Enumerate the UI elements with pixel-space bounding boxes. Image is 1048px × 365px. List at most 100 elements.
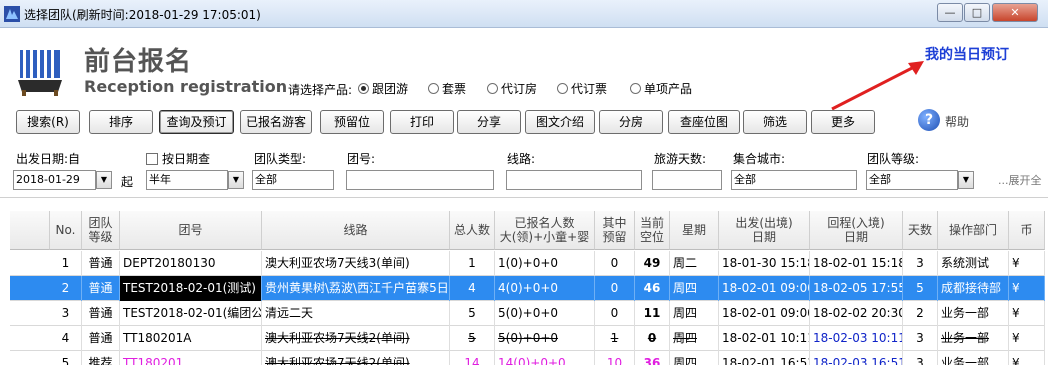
cell-route: 澳大利亚农场7天线2(单间) bbox=[262, 326, 450, 351]
radio-product-package[interactable]: 套票 bbox=[428, 80, 466, 97]
radio-label: 跟团游 bbox=[372, 82, 409, 96]
radio-label: 套票 bbox=[442, 82, 467, 96]
column-header-total[interactable]: 总人数 bbox=[450, 211, 495, 250]
group-level-select[interactable]: 全部 bbox=[866, 170, 958, 190]
cell-week: 周四 bbox=[670, 276, 719, 301]
more-button[interactable]: 更多 bbox=[811, 110, 875, 134]
column-header-level[interactable]: 团队 等级 bbox=[82, 211, 120, 250]
cell-week: 周四 bbox=[670, 351, 719, 365]
radio-product-single[interactable]: 单项产品 bbox=[630, 80, 692, 97]
intro-button[interactable]: 图文介绍 bbox=[525, 110, 595, 134]
cell-depart: 18-02-01 09:00 bbox=[719, 301, 810, 326]
cell-currency: ¥ bbox=[1009, 251, 1045, 276]
cell-return: 18-02-05 17:55 bbox=[810, 276, 903, 301]
cell-enrolled: 1(0)+0+0 bbox=[495, 251, 595, 276]
radio-product-hotel[interactable]: 代订房 bbox=[487, 80, 537, 97]
group-no-label: 团号: bbox=[347, 152, 376, 166]
table-row-selected[interactable]: 2 普通 TEST2018-02-01(测试) 贵州黄果树\荔波\西江千户苗寨5… bbox=[10, 276, 1045, 301]
radio-selected-icon bbox=[358, 83, 369, 94]
column-header-enrolled[interactable]: 已报名人数 大(领)+小童+婴 bbox=[495, 211, 595, 250]
chevron-down-icon[interactable]: ▼ bbox=[958, 171, 974, 189]
help-icon[interactable]: ? bbox=[918, 109, 940, 131]
reserve-seat-button[interactable]: 预留位 bbox=[320, 110, 384, 134]
cell-total: 5 bbox=[450, 301, 495, 326]
radio-product-ticket[interactable]: 代订票 bbox=[557, 80, 607, 97]
column-header-no[interactable]: No. bbox=[50, 211, 82, 250]
chevron-down-icon[interactable]: ▼ bbox=[228, 171, 244, 189]
table-row-cancelled[interactable]: 4 普通 TT180201A 澳大利亚农场7天线2(单间) 5 5(0)+0+0… bbox=[10, 326, 1045, 351]
product-label: 请选择产品: bbox=[288, 83, 353, 97]
cell-currency: ¥ bbox=[1009, 351, 1045, 365]
cell-dept: 业务一部 bbox=[938, 326, 1009, 351]
expand-all-link[interactable]: ...展开全 bbox=[998, 172, 1042, 188]
seat-map-button[interactable]: 查座位图 bbox=[668, 110, 740, 134]
column-header-vacant[interactable]: 当前 空位 bbox=[635, 211, 670, 250]
group-type-input[interactable]: 全部 bbox=[252, 170, 334, 190]
checkbox-label: 按日期查 bbox=[162, 152, 211, 166]
route-input[interactable] bbox=[506, 170, 642, 190]
cell-enrolled: 5(0)+0+0 bbox=[495, 326, 595, 351]
cell-depart: 18-02-01 10:11 bbox=[719, 326, 810, 351]
cell-currency: ¥ bbox=[1009, 301, 1045, 326]
registered-tourists-button[interactable]: 已报名游客 bbox=[240, 110, 312, 134]
app-logo-icon bbox=[4, 6, 20, 22]
column-header-dept[interactable]: 操作部门 bbox=[938, 211, 1009, 250]
cell-route: 贵州黄果树\荔波\西江千户苗寨5日 bbox=[262, 276, 450, 301]
group-no-input[interactable] bbox=[346, 170, 494, 190]
gather-city-input[interactable]: 全部 bbox=[731, 170, 857, 190]
maximize-button[interactable]: □ bbox=[964, 3, 990, 22]
my-daily-booking-link[interactable]: 我的当日预订 bbox=[925, 44, 1009, 64]
column-header-reserved[interactable]: 其中 预留 bbox=[595, 211, 635, 250]
column-header-week[interactable]: 星期 bbox=[670, 211, 719, 250]
cell-no: 2 bbox=[50, 276, 82, 301]
cell-total: 4 bbox=[450, 276, 495, 301]
print-button[interactable]: 打印 bbox=[390, 110, 454, 134]
cell-dept: 业务一部 bbox=[938, 301, 1009, 326]
page-subtitle: Reception registration bbox=[84, 77, 288, 96]
date-range-select[interactable]: 半年 bbox=[146, 170, 228, 190]
cell-reserved: 0 bbox=[595, 276, 635, 301]
cell-route: 澳大利亚农场7天线3(单间) bbox=[262, 251, 450, 276]
query-book-button[interactable]: 查询及预订 bbox=[159, 110, 234, 134]
cell-total: 1 bbox=[450, 251, 495, 276]
cell-dept: 业务一部 bbox=[938, 351, 1009, 365]
column-header-route[interactable]: 线路 bbox=[262, 211, 450, 250]
cell-level: 推荐 bbox=[82, 351, 120, 365]
cell-vacant: 49 bbox=[635, 251, 670, 276]
cell-level: 普通 bbox=[82, 251, 120, 276]
radio-label: 代订房 bbox=[501, 82, 538, 96]
filter-button[interactable]: 筛选 bbox=[743, 110, 807, 134]
minimize-button[interactable]: — bbox=[937, 3, 963, 22]
help-label[interactable]: 帮助 bbox=[945, 113, 969, 130]
cell-code: TT180201A bbox=[120, 326, 262, 351]
window-title: 选择团队(刷新时间:2018-01-29 17:05:01) bbox=[24, 8, 261, 22]
divider bbox=[0, 197, 1048, 198]
cell-enrolled: 5(0)+0+0 bbox=[495, 301, 595, 326]
red-arrow-annotation-icon bbox=[831, 61, 924, 111]
column-header-currency[interactable]: 币 bbox=[1009, 211, 1045, 250]
radio-icon bbox=[428, 83, 439, 94]
column-header-blank bbox=[10, 211, 50, 250]
depart-date-input[interactable]: 2018-01-29 bbox=[13, 170, 96, 190]
table-row[interactable]: 1 普通 DEPT20180130 澳大利亚农场7天线3(单间) 1 1(0)+… bbox=[10, 251, 1045, 276]
table-row[interactable]: 3 普通 TEST2018-02-01(编团公司) 清远二天 5 5(0)+0+… bbox=[10, 301, 1045, 326]
by-date-checkbox[interactable]: 按日期查 bbox=[146, 150, 210, 167]
search-button[interactable]: 搜索(R) bbox=[16, 110, 80, 134]
table-row-recommended[interactable]: 5 推荐 TT180201 澳大利亚农场7天线2(单间) 14 14(0)+0+… bbox=[10, 351, 1045, 365]
radio-label: 单项产品 bbox=[644, 82, 693, 96]
tour-days-input[interactable] bbox=[652, 170, 722, 190]
column-header-days[interactable]: 天数 bbox=[903, 211, 938, 250]
sort-button[interactable]: 排序 bbox=[89, 110, 153, 134]
window-titlebar: 选择团队(刷新时间:2018-01-29 17:05:01) — □ ✕ bbox=[0, 0, 1048, 28]
column-header-code[interactable]: 团号 bbox=[120, 211, 262, 250]
close-button[interactable]: ✕ bbox=[992, 3, 1038, 22]
gather-city-label: 集合城市: bbox=[733, 152, 786, 166]
column-header-return[interactable]: 回程(入境) 日期 bbox=[810, 211, 903, 250]
radio-product-group-tour[interactable]: 跟团游 bbox=[358, 80, 408, 97]
cell-code: TEST2018-02-01(编团公司) bbox=[120, 301, 262, 326]
share-button[interactable]: 分享 bbox=[457, 110, 521, 134]
room-allocation-button[interactable]: 分房 bbox=[599, 110, 663, 134]
chevron-down-icon[interactable]: ▼ bbox=[96, 171, 112, 189]
column-header-depart[interactable]: 出发(出境) 日期 bbox=[719, 211, 810, 250]
cell-code-focused[interactable]: TEST2018-02-01(测试) bbox=[120, 276, 262, 301]
